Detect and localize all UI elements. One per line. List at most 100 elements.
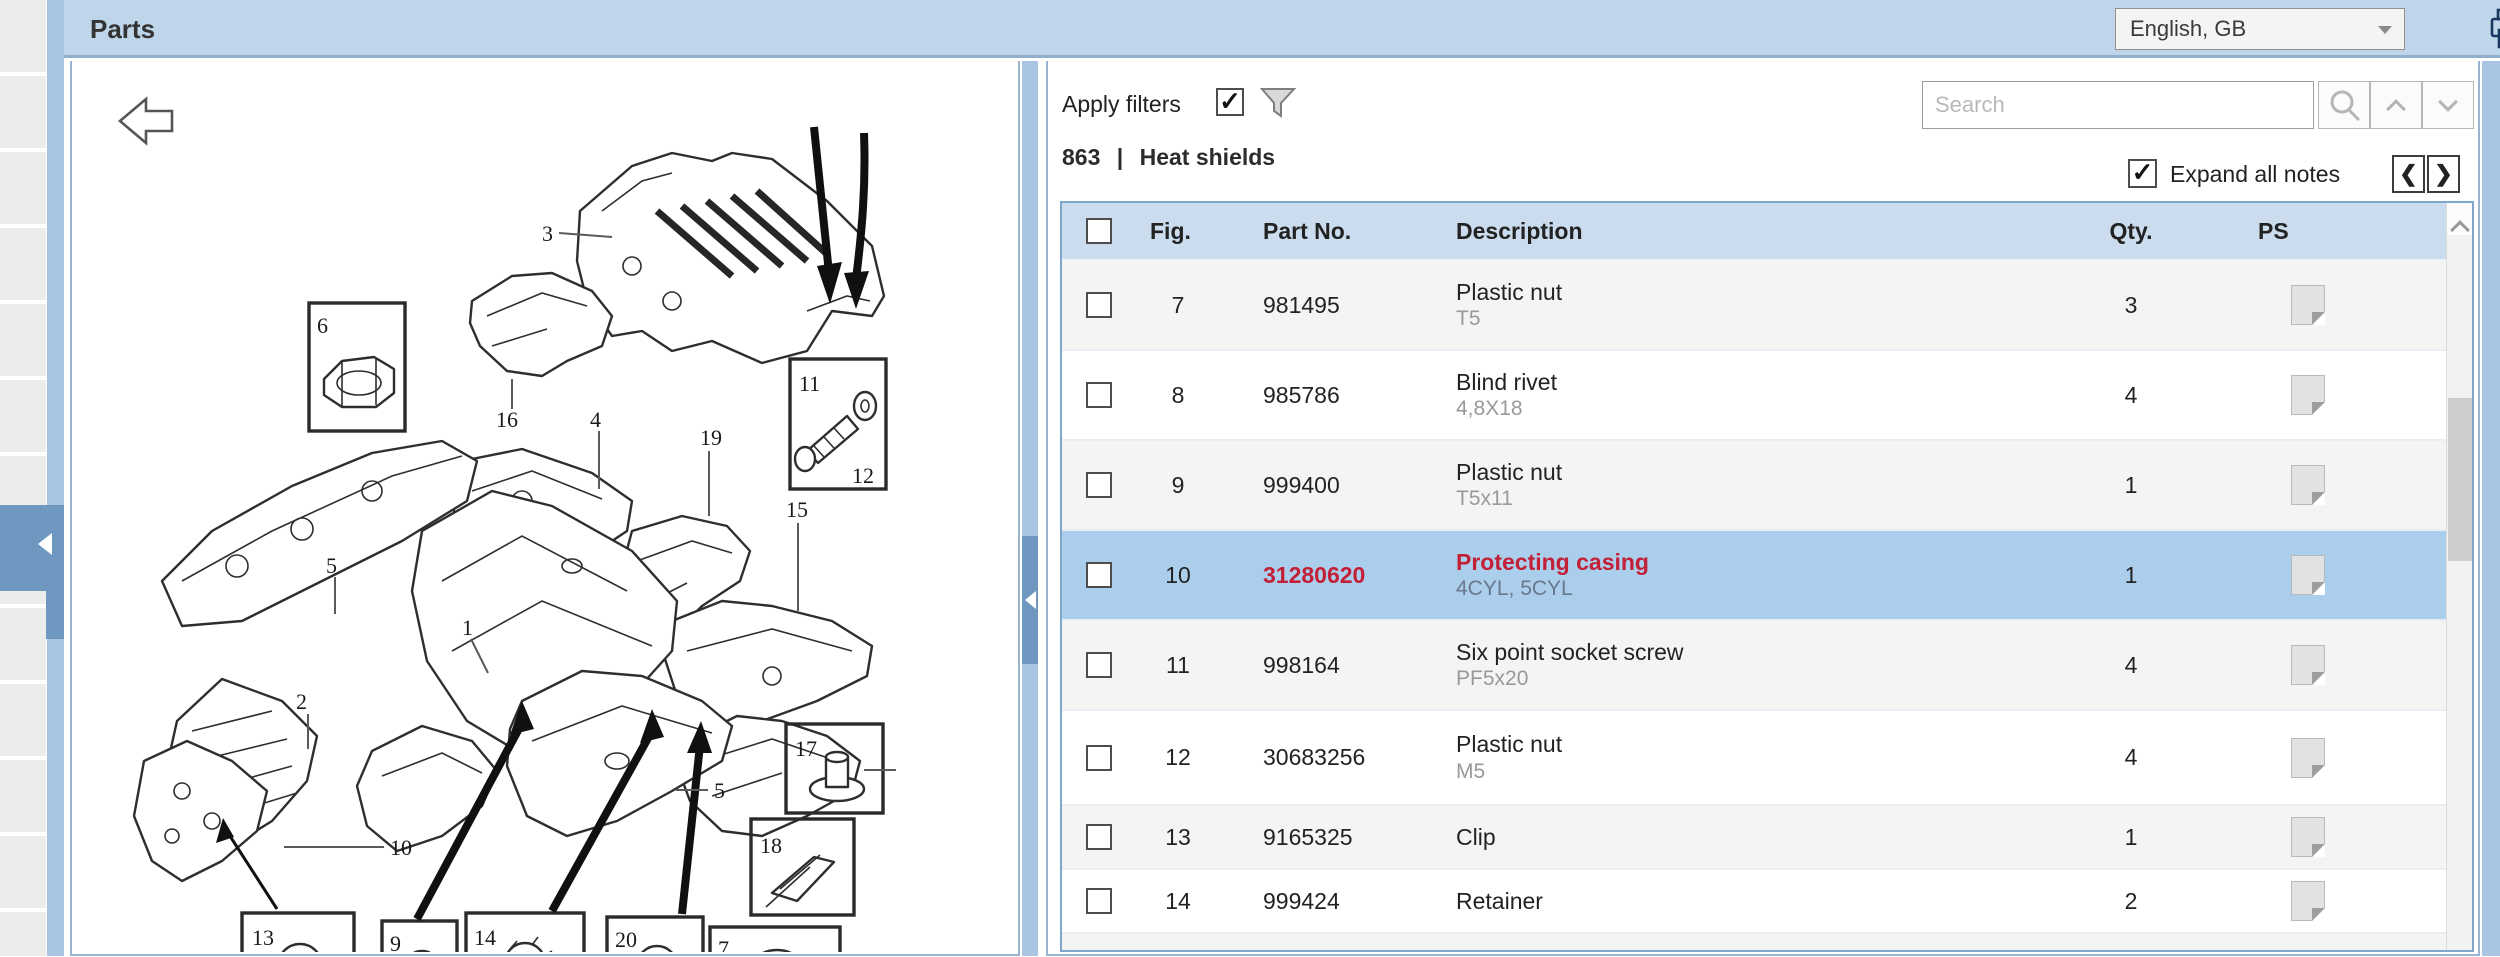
search-prev-button[interactable] (2370, 81, 2422, 129)
next-row-partial (1062, 934, 2472, 950)
print-button[interactable] (2487, 7, 2500, 53)
row-checkbox[interactable] (1086, 472, 1112, 498)
collapsed-menu-rail (0, 0, 46, 956)
note-icon[interactable] (2291, 737, 2325, 778)
row-checkbox[interactable] (1086, 562, 1112, 588)
language-select[interactable]: English, GB (2115, 8, 2405, 50)
callout-4[interactable]: 4 (590, 407, 601, 432)
table-row[interactable]: 14 999424 Retainer 2 (1062, 870, 2472, 934)
callout-10[interactable]: 10 (390, 835, 412, 860)
checkmark-icon: ✓ (1219, 86, 1241, 116)
header-qty: Qty. (2109, 217, 2153, 244)
header-part-no: Part No. (1263, 217, 1352, 244)
section-heading: 863 | Heat shields (1062, 144, 1285, 171)
callout-17[interactable]: 17 (795, 736, 817, 761)
section-divider: | (1116, 144, 1124, 170)
expand-all-notes-label: Expand all notes (2170, 161, 2341, 187)
section-code: 863 (1062, 144, 1101, 170)
note-icon[interactable] (2291, 881, 2325, 921)
row-checkbox[interactable] (1086, 744, 1112, 771)
apply-filters-checkbox[interactable]: ✓ (1216, 86, 1244, 116)
callout-19[interactable]: 19 (700, 425, 722, 450)
part-shape-3[interactable] (575, 151, 886, 365)
expand-all-notes-checkbox[interactable]: ✓ (2128, 157, 2157, 188)
callout-14[interactable]: 14 (474, 925, 496, 950)
table-row[interactable]: 8 985786 Blind rivet 4,8X18 4 (1062, 351, 2472, 441)
callout-5-left[interactable]: 5 (326, 553, 337, 578)
callout-6[interactable]: 6 (317, 313, 328, 338)
search-button[interactable] (2318, 81, 2370, 129)
chevron-down-icon (2378, 26, 2392, 34)
table-row[interactable]: 7 981495 Plastic nut T5 3 (1062, 261, 2472, 351)
callout-11[interactable]: 11 (799, 371, 820, 396)
language-select-value: English, GB (2130, 16, 2247, 41)
next-section-button[interactable]: ❯ (2427, 155, 2460, 193)
scrollbar-thumb[interactable] (2448, 398, 2472, 561)
table-scrollbar[interactable] (2446, 203, 2472, 950)
chevron-down-icon (2438, 92, 2458, 112)
table-row-selected[interactable]: 10 31280620 Protecting casing 4CYL, 5CYL… (1062, 531, 2472, 621)
filter-funnel-icon[interactable] (1259, 87, 1297, 126)
note-icon[interactable] (2291, 555, 2325, 595)
callout-13[interactable]: 13 (252, 925, 274, 950)
callout-16[interactable]: 16 (496, 407, 518, 432)
callout-12[interactable]: 12 (852, 463, 874, 488)
callout-3[interactable]: 3 (542, 221, 553, 246)
table-header-row: Fig. Part No. Description Qty. PS (1062, 203, 2472, 261)
rail-collapse-handle[interactable] (0, 505, 64, 591)
callout-7[interactable]: 7 (718, 936, 729, 957)
panel-collapse-strip[interactable] (46, 0, 64, 956)
callout-2[interactable]: 2 (296, 689, 307, 714)
callout-5-right[interactable]: 5 (714, 778, 725, 803)
top-bar: Parts English, GB (64, 0, 2500, 58)
row-checkbox[interactable] (1086, 652, 1112, 678)
chevron-up-icon (2450, 220, 2470, 240)
search-next-button[interactable] (2422, 81, 2474, 129)
row-checkbox[interactable] (1086, 888, 1112, 914)
header-ps: PS (2258, 217, 2289, 244)
callout-20[interactable]: 20 (615, 927, 637, 952)
header-fig: Fig. (1150, 217, 1191, 244)
printer-icon (2490, 8, 2500, 49)
pointer-arrow (226, 832, 279, 910)
parts-list-panel: Apply filters ✓ 863 | Heat shields ✓ Exp… (1046, 61, 2480, 956)
row-checkbox[interactable] (1086, 824, 1112, 850)
apply-filters-label: Apply filters (1062, 91, 1181, 117)
previous-section-button[interactable]: ❮ (2392, 155, 2425, 193)
note-icon[interactable] (2291, 817, 2325, 857)
note-icon[interactable] (2291, 465, 2325, 505)
note-icon[interactable] (2291, 285, 2325, 325)
callout-9[interactable]: 9 (390, 931, 401, 956)
inset-box-7[interactable] (708, 925, 842, 957)
note-icon[interactable] (2291, 645, 2325, 685)
exploded-diagram: 6 11 12 17 18 13 9 14 20 7 3 16 4 19 15 … (117, 96, 896, 957)
window-right-strip (2482, 61, 2500, 956)
part-shape-small-centre[interactable] (355, 724, 499, 853)
table-row[interactable]: 9 999400 Plastic nut T5x11 1 (1062, 441, 2472, 531)
section-title: Heat shields (1139, 144, 1276, 170)
chevron-up-icon (2386, 99, 2406, 119)
note-icon[interactable] (2291, 375, 2325, 415)
select-all-checkbox[interactable] (1086, 218, 1112, 244)
table-row[interactable]: 13 9165325 Clip 1 (1062, 806, 2472, 870)
panel-divider[interactable] (1022, 61, 1038, 956)
callout-1[interactable]: 1 (462, 615, 473, 640)
divider-collapse-handle[interactable] (1022, 536, 1038, 664)
table-row[interactable]: 12 30683256 Plastic nut M5 4 (1062, 711, 2472, 806)
search-input[interactable] (1922, 81, 2314, 129)
search-icon (2330, 90, 2361, 122)
callout-15[interactable]: 15 (786, 497, 808, 522)
back-arrow-icon[interactable] (117, 96, 174, 146)
parts-table: Fig. Part No. Description Qty. PS 7 9814… (1060, 201, 2474, 952)
scrollbar-up-button[interactable] (2447, 203, 2472, 240)
page-title: Parts (90, 14, 156, 44)
row-checkbox[interactable] (1086, 292, 1112, 318)
row-checkbox[interactable] (1086, 382, 1112, 408)
diagram-panel: 6 11 12 17 18 13 9 14 20 7 3 16 4 19 15 … (70, 61, 1020, 957)
rail-collapse-handle-ext (46, 591, 64, 639)
collapse-left-arrow-icon (38, 533, 52, 555)
table-row[interactable]: 11 998164 Six point socket screw PF5x20 … (1062, 621, 2472, 711)
callout-18[interactable]: 18 (760, 833, 782, 858)
collapse-left-arrow-icon (1025, 591, 1036, 609)
header-description: Description (1456, 217, 1583, 244)
